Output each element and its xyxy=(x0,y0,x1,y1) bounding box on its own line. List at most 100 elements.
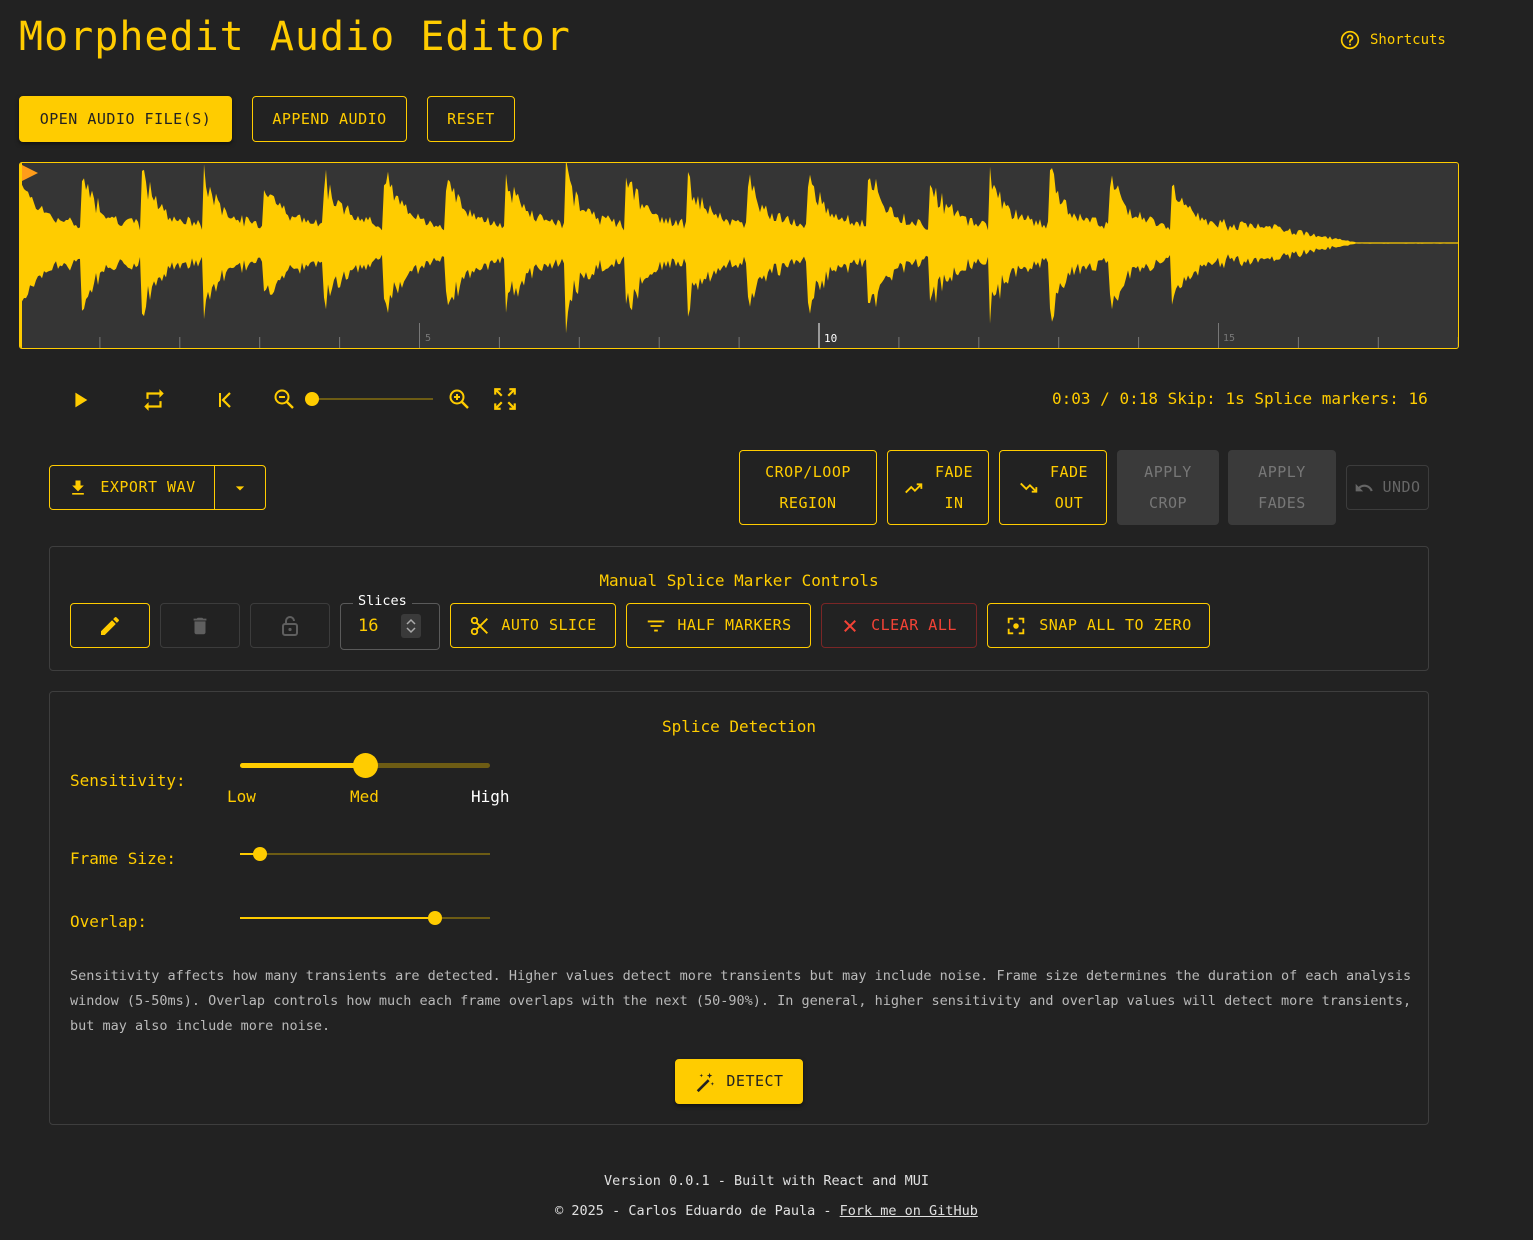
playhead-marker[interactable] xyxy=(22,165,38,181)
detect-button[interactable]: DETECT xyxy=(675,1059,803,1104)
stepper-arrows-icon xyxy=(406,618,416,634)
slices-stepper[interactable] xyxy=(401,614,421,638)
fade-in-line1: FADE xyxy=(934,462,974,481)
shortcuts-label: Shortcuts xyxy=(1370,32,1446,48)
zoom-slider[interactable] xyxy=(305,391,435,407)
app-title: Morphedit Audio Editor xyxy=(19,14,571,60)
crop-loop-region-button[interactable]: CROP/LOOP REGION xyxy=(739,450,877,525)
slices-value[interactable]: 16 xyxy=(358,616,378,636)
crop-loop-line2: REGION xyxy=(779,493,837,512)
apply-crop-line1: APPLY xyxy=(1144,462,1192,481)
crop-loop-line1: CROP/LOOP xyxy=(765,462,851,481)
copyright-text: © 2025 - Carlos Eduardo de Paula - xyxy=(555,1203,832,1219)
shortcuts-link[interactable]: Shortcuts xyxy=(1340,30,1446,50)
apply-crop-button[interactable]: APPLY CROP xyxy=(1117,450,1219,525)
timeline-label-15: 15 xyxy=(1223,333,1236,344)
undo-icon xyxy=(1356,483,1374,491)
loop-button[interactable] xyxy=(138,384,170,416)
slices-label: Slices xyxy=(353,593,412,609)
overlap-slider[interactable] xyxy=(230,908,500,928)
apply-fades-button[interactable]: APPLY FADES xyxy=(1228,450,1336,525)
detection-panel-title: Splice Detection xyxy=(661,717,817,736)
timeline-label-5: 5 xyxy=(425,333,432,344)
duration: 0:18 xyxy=(1119,389,1158,408)
apply-crop-line2: CROP xyxy=(1148,493,1188,512)
sensitivity-label: Sensitivity: xyxy=(70,771,186,790)
zoom-fit-button[interactable] xyxy=(490,384,520,414)
add-marker-button[interactable] xyxy=(70,603,150,648)
pencil-icon xyxy=(101,616,120,635)
trending-up-icon xyxy=(905,482,923,493)
zoom-out-button[interactable] xyxy=(269,384,299,414)
half-markers-button[interactable]: HALF MARKERS xyxy=(626,603,811,648)
zoom-slider-thumb[interactable] xyxy=(305,392,319,406)
export-options-button[interactable] xyxy=(214,465,266,510)
detect-label: DETECT xyxy=(726,1072,784,1090)
current-time: 0:03 xyxy=(1052,389,1091,408)
apply-fades-line2: FADES xyxy=(1258,493,1306,512)
overlap-thumb[interactable] xyxy=(428,911,442,925)
sensitivity-thumb[interactable] xyxy=(352,753,378,778)
lock-open-icon xyxy=(282,615,298,636)
delete-marker-button[interactable] xyxy=(160,603,240,648)
skip-value: 1s xyxy=(1225,389,1245,408)
waveform-display[interactable]: 5 10 15 xyxy=(19,162,1459,349)
snap-all-to-zero-button[interactable]: SNAP ALL TO ZERO xyxy=(987,603,1210,648)
fade-in-button[interactable]: FADE IN xyxy=(887,450,989,525)
fit-screen-icon xyxy=(494,388,516,410)
fade-out-button[interactable]: FADE OUT xyxy=(999,450,1107,525)
clear-all-label: CLEAR ALL xyxy=(871,616,957,634)
manual-panel-title: Manual Splice Marker Controls xyxy=(599,571,879,590)
slices-input[interactable]: Slices 16 xyxy=(340,593,440,650)
trending-down-icon xyxy=(1020,482,1038,493)
footer-version: Version 0.0.1 - Built with React and MUI xyxy=(603,1173,930,1189)
sensitivity-slider[interactable] xyxy=(230,750,500,780)
snap-all-label: SNAP ALL TO ZERO xyxy=(1039,616,1192,634)
half-markers-label: HALF MARKERS xyxy=(677,616,792,634)
auto-slice-label: AUTO SLICE xyxy=(501,616,597,634)
sensitivity-track xyxy=(240,763,365,768)
help-circle-icon xyxy=(1340,30,1360,50)
repeat-icon xyxy=(144,389,164,411)
skip-previous-icon xyxy=(219,392,231,408)
skip-label: Skip: xyxy=(1167,389,1216,408)
lock-marker-button[interactable] xyxy=(250,603,330,648)
github-link[interactable]: Fork me on GitHub xyxy=(840,1203,978,1219)
download-icon xyxy=(72,480,85,495)
waveform-graph[interactable] xyxy=(20,163,1458,348)
play-button[interactable] xyxy=(64,384,96,416)
play-icon xyxy=(75,392,88,408)
frame-size-slider[interactable] xyxy=(230,844,500,864)
zoom-in-button[interactable] xyxy=(444,384,474,414)
close-icon xyxy=(844,619,857,632)
center-focus-icon xyxy=(1008,617,1025,634)
auto-slice-button[interactable]: AUTO SLICE xyxy=(450,603,616,648)
scissors-icon xyxy=(471,616,489,635)
markers-label: Splice markers: xyxy=(1254,389,1399,408)
fade-in-text: FADE IN xyxy=(935,457,973,519)
apply-fades-line1: APPLY xyxy=(1258,462,1306,481)
reset-button[interactable]: RESET xyxy=(427,96,515,142)
zoom-slider-rail xyxy=(311,398,433,400)
markers-count: 16 xyxy=(1408,389,1428,408)
export-wav-label: EXPORT WAV xyxy=(100,478,196,496)
waveform-shape xyxy=(20,163,1458,334)
skip-to-start-button[interactable] xyxy=(208,384,240,416)
open-audio-button[interactable]: OPEN AUDIO FILE(S) xyxy=(19,96,232,142)
frame-size-thumb[interactable] xyxy=(253,847,267,861)
export-wav-button[interactable]: EXPORT WAV xyxy=(49,465,215,510)
timeline-label-10: 10 xyxy=(824,332,838,345)
undo-label: UNDO xyxy=(1382,478,1421,496)
frame-size-label: Frame Size: xyxy=(70,849,176,868)
timeline-ruler xyxy=(99,323,1458,348)
sensitivity-mark-med: Med xyxy=(350,787,379,806)
frame-size-rail xyxy=(240,853,490,855)
detection-description: Sensitivity affects how many transients … xyxy=(70,968,1412,1034)
fade-out-line2: OUT xyxy=(1054,493,1084,512)
fade-out-text: FADE OUT xyxy=(1050,457,1088,519)
append-audio-button[interactable]: APPEND AUDIO xyxy=(252,96,407,142)
sensitivity-mark-low: Low xyxy=(227,787,256,806)
undo-button[interactable]: UNDO xyxy=(1346,465,1429,510)
clear-all-button[interactable]: CLEAR ALL xyxy=(821,603,977,648)
overlap-track xyxy=(240,917,435,919)
